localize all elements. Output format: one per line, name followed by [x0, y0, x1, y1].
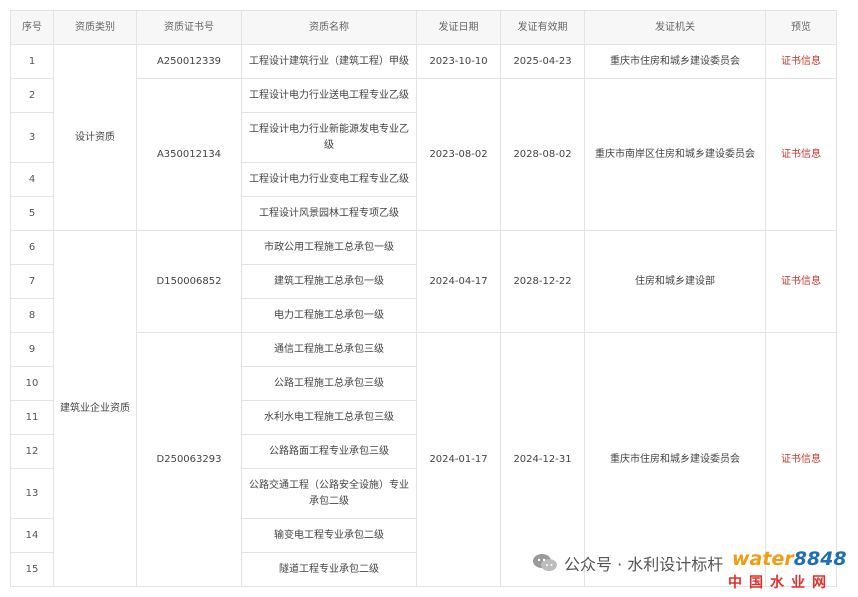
table-row: 1 设计资质 A250012339 工程设计建筑行业（建筑工程）甲级 2023-… [10, 44, 837, 231]
watermark-site: 中国水业网 [728, 575, 833, 591]
row-number: 2 [10, 78, 54, 113]
cert-number-cell: D250063293 [136, 332, 242, 587]
qualification-name-cell: 工程设计电力行业变电工程专业乙级 [241, 162, 417, 197]
issue-date-cell: 2023-10-10 [416, 44, 501, 79]
header-cell: 发证机关 [584, 10, 766, 45]
authority-cell: 重庆市住房和城乡建设委员会 [584, 44, 766, 79]
qualification-name-cell: 公路交通工程（公路安全设施）专业承包二级 [241, 468, 417, 519]
qualification-table: 序号 资质类别 资质证书号 资质名称 发证日期 发证有效期 发证机关 预览 1 … [10, 10, 837, 587]
header-cell: 预览 [765, 10, 837, 45]
header-cell: 发证有效期 [500, 10, 585, 45]
qualification-name-cell: 电力工程施工总承包一级 [241, 298, 417, 333]
qualification-name-cell: 公路工程施工总承包三级 [241, 366, 417, 401]
header-cell: 资质类别 [53, 10, 137, 45]
issue-date-cell: 2023-08-02 [416, 78, 501, 231]
qualification-name-cell: 建筑工程施工总承包一级 [241, 264, 417, 299]
cert-number-cell: A250012339 [136, 44, 242, 79]
qualification-name-cell: 工程设计电力行业新能源发电专业乙级 [241, 112, 417, 163]
row-number: 9 [10, 332, 54, 367]
header-cell: 资质证书号 [136, 10, 242, 45]
row-number: 10 [10, 366, 54, 401]
authority-cell: 重庆市南岸区住房和城乡建设委员会 [584, 78, 766, 231]
preview-link[interactable]: 证书信息 [765, 44, 837, 79]
table-row: 6 建筑业企业资质 D150006852 市政公用工程施工总承包一级 2024-… [10, 230, 837, 587]
row-number: 11 [10, 400, 54, 435]
row-number: 15 [10, 552, 54, 587]
header-cell: 资质名称 [241, 10, 417, 45]
qualification-name-cell: 市政公用工程施工总承包一级 [241, 230, 417, 265]
watermark: 公众号 · 水利设计标杆 water8848 中国水业网 [532, 548, 852, 596]
qualification-name-cell: 输变电工程专业承包二级 [241, 518, 417, 553]
row-number: 12 [10, 434, 54, 469]
header-cell: 序号 [10, 10, 54, 45]
qualification-name-cell: 通信工程施工总承包三级 [241, 332, 417, 367]
row-number: 7 [10, 264, 54, 299]
row-number: 4 [10, 162, 54, 197]
category-cell: 建筑业企业资质 [53, 230, 137, 587]
qualification-name-cell: 工程设计电力行业送电工程专业乙级 [241, 78, 417, 113]
qualification-name-cell: 公路路面工程专业承包三级 [241, 434, 417, 469]
row-number: 6 [10, 230, 54, 265]
header-cell: 发证日期 [416, 10, 501, 45]
row-number: 8 [10, 298, 54, 333]
qualification-name-cell: 工程设计建筑行业（建筑工程）甲级 [241, 44, 417, 79]
category-cell: 设计资质 [53, 44, 137, 231]
valid-date-cell: 2025-04-23 [500, 44, 585, 79]
issue-date-cell: 2024-01-17 [416, 332, 501, 587]
qualification-name-cell: 工程设计风景园林工程专项乙级 [241, 196, 417, 231]
issue-date-cell: 2024-04-17 [416, 230, 501, 333]
watermark-account: 公众号 · 水利设计标杆 [532, 551, 723, 575]
preview-link[interactable]: 证书信息 [765, 78, 837, 231]
row-number: 14 [10, 518, 54, 553]
authority-cell: 住房和城乡建设部 [584, 230, 766, 333]
wechat-icon [532, 553, 558, 573]
watermark-logo: water8848 [732, 548, 847, 570]
row-number: 5 [10, 196, 54, 231]
valid-date-cell: 2028-12-22 [500, 230, 585, 333]
qualification-name-cell: 隧道工程专业承包二级 [241, 552, 417, 587]
valid-date-cell: 2028-08-02 [500, 78, 585, 231]
preview-link[interactable]: 证书信息 [765, 230, 837, 333]
qualification-name-cell: 水利水电工程施工总承包三级 [241, 400, 417, 435]
watermark-account-text: 公众号 · 水利设计标杆 [564, 555, 724, 574]
row-number: 1 [10, 44, 54, 79]
cert-number-cell: D150006852 [136, 230, 242, 333]
row-number: 13 [10, 468, 54, 519]
row-number: 3 [10, 112, 54, 163]
cert-number-cell: A350012134 [136, 78, 242, 231]
table-header-row: 序号 资质类别 资质证书号 资质名称 发证日期 发证有效期 发证机关 预览 [10, 10, 837, 45]
